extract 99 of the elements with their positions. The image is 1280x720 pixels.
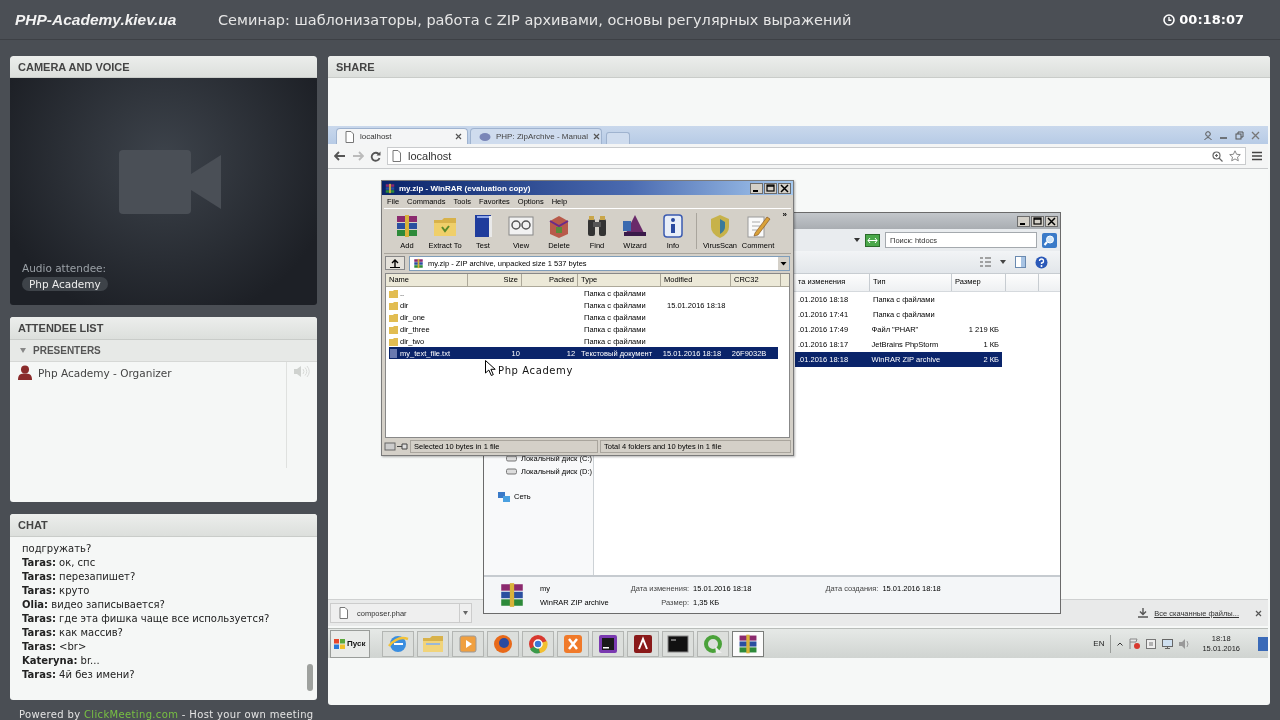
reload-icon[interactable] xyxy=(370,150,381,162)
arrows-icon[interactable] xyxy=(865,233,880,247)
maximize-icon[interactable] xyxy=(1031,215,1044,227)
cursor-label: Php Academy xyxy=(498,365,573,376)
minimize-icon[interactable] xyxy=(750,182,763,194)
terminal-icon xyxy=(667,632,690,655)
chat-message: Kateryna: br... xyxy=(22,654,101,668)
panel-title: ATTENDEE LIST xyxy=(10,317,317,340)
drive-icon xyxy=(384,441,408,452)
chat-message: Olia: видео записывается? xyxy=(22,598,166,612)
menu-icon[interactable] xyxy=(1252,151,1262,161)
person-icon xyxy=(18,365,32,380)
taskbar-button[interactable] xyxy=(487,630,520,657)
back-icon[interactable] xyxy=(334,151,346,161)
star-icon[interactable] xyxy=(1229,150,1241,162)
caret-icon[interactable] xyxy=(854,238,860,242)
panel-title: SHARE xyxy=(328,56,1270,78)
attendee-tag: Php Academy xyxy=(22,277,108,291)
window-title: my.zip - WinRAR (evaluation copy) xyxy=(399,183,532,193)
minimize-icon[interactable] xyxy=(1017,215,1030,227)
panel-title: CHAT xyxy=(10,514,317,537)
start-button[interactable]: Пуск xyxy=(330,629,371,658)
footer-text: Powered by ClickMeeting.com - Host your own meeting xyxy=(19,709,315,720)
more-button[interactable]: » xyxy=(782,210,787,219)
clock-icon xyxy=(1163,13,1176,26)
maximize-icon[interactable] xyxy=(764,182,777,194)
taskbar-button[interactable] xyxy=(592,630,625,657)
group-header[interactable]: PRESENTERS xyxy=(10,340,317,362)
language-indicator[interactable]: EN xyxy=(1093,634,1112,653)
windows-flag-icon xyxy=(334,638,345,649)
chat-message: Taras: <br> xyxy=(22,640,88,654)
speaker-icon xyxy=(294,366,310,377)
monitor-icon[interactable] xyxy=(1162,638,1174,649)
tab-close-icon[interactable] xyxy=(593,133,601,140)
stack-icon xyxy=(413,257,424,269)
up-button[interactable] xyxy=(385,256,405,270)
hat-icon xyxy=(622,213,648,239)
up-arrow-icon xyxy=(390,258,400,268)
pinwheel-icon xyxy=(527,632,550,655)
close-icon[interactable] xyxy=(778,182,791,194)
pencil-icon xyxy=(745,213,771,239)
stack-icon xyxy=(394,213,420,239)
tile-icon xyxy=(597,632,620,655)
caret-icon[interactable] xyxy=(1000,260,1006,264)
cross-tile-icon xyxy=(562,632,585,655)
play-icon xyxy=(457,632,480,655)
tab-close-icon[interactable] xyxy=(455,133,462,140)
flag-icon[interactable] xyxy=(1129,638,1141,649)
panel-title: CAMERA AND VOICE xyxy=(10,56,317,78)
chat-message: Taras: круто xyxy=(22,584,91,598)
chat-message: Taras: как массив? xyxy=(22,626,124,640)
video-camera-icon xyxy=(118,150,221,214)
chat-message: подгружать? xyxy=(22,542,93,556)
chat-message: Taras: где эта фишка чаще все используется? xyxy=(22,612,271,626)
chat-message: Taras: ок, спс xyxy=(22,556,97,570)
taskbar-button[interactable] xyxy=(732,630,765,657)
tile-icon xyxy=(632,632,655,655)
stack-icon xyxy=(498,581,526,609)
ball-icon xyxy=(492,632,515,655)
preview-pane-icon[interactable] xyxy=(1015,256,1026,268)
help-icon[interactable] xyxy=(1035,255,1048,269)
group-name: PRESENTERS xyxy=(33,345,101,356)
zoom-icon[interactable] xyxy=(1212,150,1223,162)
close-icon[interactable] xyxy=(1045,215,1058,227)
scrollbar-thumb[interactable] xyxy=(307,664,313,691)
chat-message: Taras: перезапишет? xyxy=(22,570,137,584)
page-icon xyxy=(392,150,402,162)
attendee-name: Php Academy - Organizer xyxy=(38,366,172,379)
chevron-up-icon[interactable] xyxy=(1117,641,1124,646)
session-timer: 00:18:07 xyxy=(1179,12,1244,27)
dropdown-icon[interactable] xyxy=(778,256,789,270)
file-icon xyxy=(339,607,349,619)
download-icon xyxy=(1138,608,1149,618)
info-icon xyxy=(660,213,686,239)
search-icon[interactable] xyxy=(1042,232,1057,248)
address-field[interactable]: localhost xyxy=(387,147,1246,165)
close-icon[interactable] xyxy=(1255,609,1262,617)
browser-tab[interactable]: localhost xyxy=(336,128,468,144)
drive-icon xyxy=(506,468,517,475)
taskbar-button[interactable] xyxy=(627,630,660,657)
footer-link[interactable]: ClickMeeting.com xyxy=(84,709,179,720)
browser-tab[interactable]: PHP: ZipArchive - Manual xyxy=(470,128,602,144)
meeting-title: Семинар: шаблонизаторы, работа с ZIP архивами, основы регулярных выражений xyxy=(218,11,852,28)
caret-icon xyxy=(463,611,468,615)
cursor-icon xyxy=(485,360,496,376)
site-logo[interactable]: PHP-Academy.kiev.ua xyxy=(15,10,218,29)
stack-icon xyxy=(384,182,396,194)
network-icon xyxy=(498,490,510,503)
restore-icon[interactable] xyxy=(1235,130,1244,140)
audio-attendee-label: Audio attendee: xyxy=(22,262,107,274)
show-desktop-button[interactable] xyxy=(1258,636,1268,651)
user-icon[interactable] xyxy=(1204,130,1212,140)
clipboard-icon[interactable] xyxy=(1146,638,1157,649)
taskbar-button[interactable] xyxy=(662,630,695,657)
ring-icon xyxy=(702,632,725,655)
chat-message: Taras: 4й без имени? xyxy=(22,668,136,682)
site-icon xyxy=(479,131,491,142)
file-icon xyxy=(389,348,398,358)
glasses-icon xyxy=(508,213,534,239)
